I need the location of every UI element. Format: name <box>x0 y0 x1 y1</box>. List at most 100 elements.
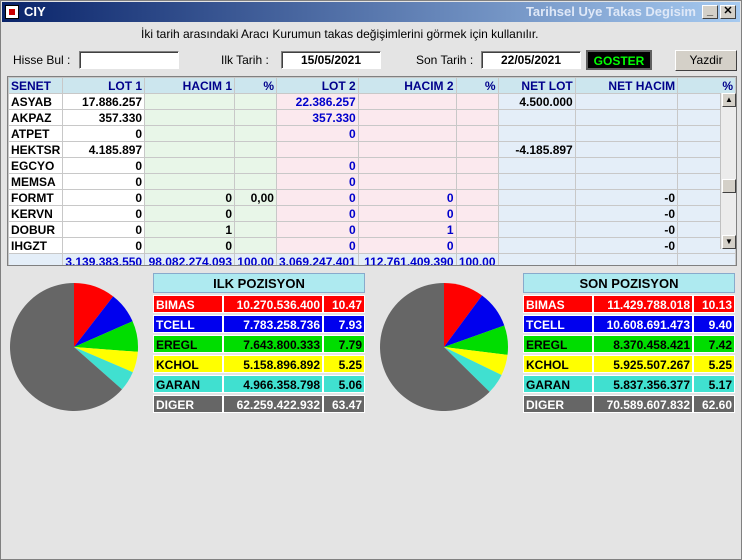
total-cell: 112.761.409.390 <box>357 253 457 265</box>
table-cell: 0 <box>62 189 146 206</box>
table-cell <box>234 157 277 174</box>
table-row[interactable]: MEMSA 0 0 <box>8 173 736 190</box>
last-date-input[interactable]: 22/05/2021 <box>481 51 581 69</box>
table-cell: 17.886.257 <box>62 93 146 110</box>
column-header[interactable]: NET HACIM <box>574 77 679 94</box>
table-cell: KERVN <box>8 205 64 222</box>
main-window: CIY Tarihsel Uye Takas Degisim _ ✕ İki t… <box>0 0 742 560</box>
table-cell: AKPAZ <box>8 109 64 126</box>
table-cell: ATPET <box>8 125 64 142</box>
ilk-pozisyon-row: GARAN 4.966.358.798 5.06 <box>153 375 365 393</box>
table-cell <box>234 93 277 110</box>
table-cell <box>497 109 576 126</box>
first-date-input[interactable]: 15/05/2021 <box>281 51 381 69</box>
son-pozisyon-row: EREGL 8.370.458.421 7.42 <box>523 335 735 353</box>
total-cell <box>677 253 736 265</box>
table-row[interactable]: KERVN 0 0 0 0 -0 <box>8 205 736 222</box>
position-pct: 7.79 <box>323 335 365 353</box>
column-header[interactable]: LOT 1 <box>62 77 146 94</box>
window-title-right: Tarihsel Uye Takas Degisim <box>525 4 696 19</box>
table-row[interactable]: AKPAZ 357.330 357.330 <box>8 109 736 126</box>
table-cell <box>497 221 576 238</box>
position-pct: 7.93 <box>323 315 365 333</box>
total-cell: 100,00 <box>455 253 499 265</box>
column-header[interactable]: % <box>677 77 736 94</box>
column-header[interactable]: NET LOT <box>497 77 576 94</box>
position-value: 5.158.896.892 <box>223 355 323 373</box>
table-cell <box>357 93 457 110</box>
table-row[interactable]: IHGZT 0 0 0 0 -0 <box>8 237 736 254</box>
table-cell <box>234 125 277 142</box>
table-cell <box>455 93 499 110</box>
table-cell: HEKTSR <box>8 141 64 158</box>
position-pct: 7.42 <box>693 335 735 353</box>
table-row[interactable]: HEKTSR 4.185.897 -4.185.897 <box>8 141 736 158</box>
table-cell: 0 <box>357 189 457 206</box>
table-cell <box>455 237 499 254</box>
position-value: 70.589.607.832 <box>593 395 693 413</box>
position-pct: 62.60 <box>693 395 735 413</box>
table-row[interactable]: DOBUR 0 1 0 1 -0 <box>8 221 736 238</box>
column-header[interactable]: HACIM 2 <box>357 77 457 94</box>
position-name: KCHOL <box>523 355 593 373</box>
table-cell <box>455 221 499 238</box>
table-cell <box>497 157 576 174</box>
table-row[interactable]: FORMT 0 0 0,00 0 0 -0 <box>8 189 736 206</box>
total-cell: 100,00 <box>234 253 277 265</box>
table-cell <box>455 157 499 174</box>
column-header[interactable]: SENET <box>8 77 64 94</box>
position-value: 5.925.507.267 <box>593 355 693 373</box>
table-cell: 0 <box>62 157 146 174</box>
table-cell <box>574 109 679 126</box>
column-header[interactable]: LOT 2 <box>275 77 359 94</box>
ilk-pozisyon-row: EREGL 7.643.800.333 7.79 <box>153 335 365 353</box>
goster-button[interactable]: GOSTER <box>586 50 652 70</box>
table-row[interactable]: ATPET 0 0 <box>8 125 736 142</box>
search-input[interactable] <box>79 51 179 69</box>
position-value: 5.837.356.377 <box>593 375 693 393</box>
table-cell <box>144 93 235 110</box>
position-value: 7.783.258.736 <box>223 315 323 333</box>
table-cell <box>357 173 457 190</box>
title-bar[interactable]: CIY Tarihsel Uye Takas Degisim _ ✕ <box>2 2 740 22</box>
position-value: 10.608.691.473 <box>593 315 693 333</box>
table-cell <box>574 93 679 110</box>
scroll-thumb[interactable] <box>722 179 736 193</box>
position-name: TCELL <box>153 315 223 333</box>
table-cell: 357.330 <box>62 109 146 126</box>
table-cell: 0 <box>144 189 235 206</box>
total-cell <box>497 253 576 265</box>
position-pct: 5.25 <box>323 355 365 373</box>
position-name: EREGL <box>153 335 223 353</box>
table-cell <box>357 141 457 158</box>
table-cell: 0 <box>62 125 146 142</box>
vertical-scrollbar[interactable]: ▲ ▼ <box>720 93 736 249</box>
son-pozisyon-row: BIMAS 11.429.788.018 10.13 <box>523 295 735 313</box>
minimize-icon[interactable]: _ <box>702 5 718 19</box>
position-name: GARAN <box>153 375 223 393</box>
table-row[interactable]: EGCYO 0 0 <box>8 157 736 174</box>
table-cell: 357.330 <box>275 109 359 126</box>
data-grid[interactable]: SENET LOT 1 HACIM 1% LOT 2 HACIM 2% NET LOT NE… <box>7 76 737 266</box>
column-header[interactable]: % <box>234 77 277 94</box>
yazdir-button[interactable]: Yazdir <box>675 50 737 71</box>
position-pct: 63.47 <box>323 395 365 413</box>
table-cell: -0 <box>574 189 679 206</box>
position-name: TCELL <box>523 315 593 333</box>
son-pozisyon-row: TCELL 10.608.691.473 9.40 <box>523 315 735 333</box>
table-cell <box>455 109 499 126</box>
total-cell: 3.139.383.550 <box>62 253 146 265</box>
scroll-up-icon[interactable]: ▲ <box>722 93 736 107</box>
column-header[interactable]: HACIM 1 <box>144 77 235 94</box>
table-cell: 0 <box>275 125 359 142</box>
scroll-down-icon[interactable]: ▼ <box>722 235 736 249</box>
total-cell <box>574 253 679 265</box>
table-row[interactable]: ASYAB17.886.25722.386.2574.500.00020 <box>8 93 736 110</box>
son-pozisyon-row: KCHOL 5.925.507.267 5.25 <box>523 355 735 373</box>
table-cell: 0 <box>357 237 457 254</box>
column-header[interactable]: % <box>455 77 499 94</box>
table-cell: 4.500.000 <box>497 93 576 110</box>
table-cell: -0 <box>574 205 679 222</box>
close-icon[interactable]: ✕ <box>720 5 736 19</box>
table-cell: 0 <box>275 157 359 174</box>
